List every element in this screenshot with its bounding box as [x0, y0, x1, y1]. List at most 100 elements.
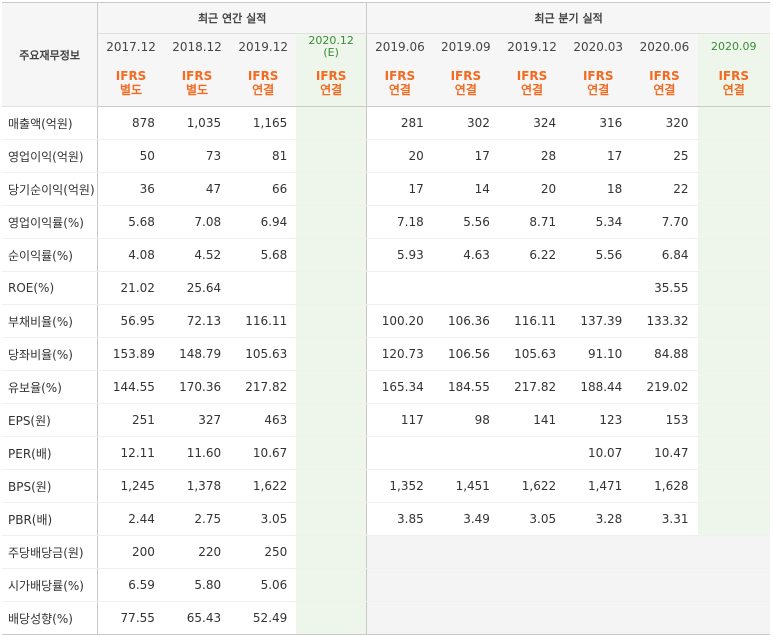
period-header-2019.06-quarter: 2019.06: [366, 33, 433, 60]
ifrs-basis-1: IFRS 별도: [163, 60, 231, 107]
metric-value: [296, 436, 367, 470]
metric-value: 6.22: [498, 238, 566, 272]
financial-summary-table: 주요재무정보 최근 연간 실적 최근 분기 실적 2017.12 2018.12 2…: [2, 2, 770, 635]
metric-value: 20: [498, 172, 566, 206]
metric-label: 배당성향(%): [2, 601, 99, 635]
period-header-2019.12-quarter: 2019.12: [498, 33, 566, 60]
metric-value: [697, 568, 770, 602]
metric-value: 21.02: [97, 271, 164, 305]
ifrs-scope: 연결: [454, 83, 477, 97]
metric-value: 106.56: [432, 337, 499, 371]
metric-value: 1,451: [432, 469, 499, 503]
metric-value: [296, 337, 367, 371]
metric-value: 153: [631, 403, 698, 437]
table-row: 당좌비율(%) 153.89 148.79 105.63 120.73 106.56 105…: [2, 337, 770, 371]
metric-value: 18: [565, 172, 632, 206]
table-row: ROE(%) 21.02 25.64 35.55: [2, 271, 770, 305]
metric-value: 5.56: [565, 238, 632, 272]
metric-label: 순이익률(%): [2, 238, 99, 272]
metric-value: [366, 568, 433, 602]
metric-value: [631, 568, 698, 602]
metric-value: 36: [97, 172, 164, 206]
metric-label: 영업이익(억원): [2, 139, 99, 173]
period-header-2020.12-annual: 2020.12 (E): [296, 33, 367, 60]
metric-value: [296, 601, 367, 635]
metric-value: [432, 601, 499, 635]
metric-label: 시가배당률(%): [2, 568, 99, 602]
period-label: 2020.09: [711, 40, 757, 53]
metric-value: 3.31: [631, 502, 698, 536]
metric-value: 219.02: [631, 370, 698, 404]
metric-value: 251: [97, 403, 164, 437]
metric-value: [565, 535, 632, 569]
metric-value: 20: [366, 139, 433, 173]
metric-value: 3.05: [230, 502, 297, 536]
metric-value: [296, 370, 367, 404]
metric-value: [697, 436, 770, 470]
metric-value: 4.52: [163, 238, 231, 272]
metric-value: 17: [565, 139, 632, 173]
table-row: PER(배) 12.11 11.60 10.67 10.07 10.47: [2, 436, 770, 470]
metric-value: 144.55: [97, 370, 164, 404]
ifrs-standard: IFRS: [384, 69, 416, 83]
metric-value: [432, 271, 499, 305]
ifrs-scope: 별도: [185, 83, 209, 97]
metric-value: 10.47: [631, 436, 698, 470]
metric-value: 1,035: [163, 106, 231, 140]
metric-value: 100.20: [366, 304, 433, 338]
metric-value: 17: [366, 172, 433, 206]
metric-value: 105.63: [498, 337, 566, 371]
metric-value: 11.60: [163, 436, 231, 470]
metric-value: 153.89: [97, 337, 164, 371]
metric-value: 3.49: [432, 502, 499, 536]
metric-value: 200: [97, 535, 164, 569]
period-header-2017.12-annual: 2017.12: [97, 33, 164, 60]
metric-value: 3.28: [565, 502, 632, 536]
metric-value: [296, 403, 367, 437]
metric-value: 878: [97, 106, 164, 140]
metric-label: 부채비율(%): [2, 304, 99, 338]
metric-label: 당좌비율(%): [2, 337, 99, 371]
metric-value: 3.05: [498, 502, 566, 536]
period-header-2018.12-annual: 2018.12: [163, 33, 231, 60]
metric-value: 105.63: [230, 337, 297, 371]
metric-value: [565, 601, 632, 635]
ifrs-standard: IFRS: [315, 69, 347, 83]
metric-value: 1,622: [498, 469, 566, 503]
metric-value: 116.11: [230, 304, 297, 338]
metric-value: 6.59: [97, 568, 164, 602]
metric-value: [296, 205, 367, 239]
ifrs-standard: IFRS: [450, 69, 482, 83]
metric-value: [296, 238, 367, 272]
ifrs-scope: 별도: [120, 83, 143, 97]
ifrs-standard: IFRS: [115, 69, 147, 83]
period-header-row: 2017.12 2018.12 2019.12 2020.12 (E) 2019.06 20…: [2, 33, 770, 60]
metric-value: 7.18: [366, 205, 433, 239]
period-header-2019.09-quarter: 2019.09: [432, 33, 499, 60]
metric-value: 170.36: [163, 370, 231, 404]
metric-value: [296, 304, 367, 338]
metric-value: [366, 271, 433, 305]
table-row: EPS(원) 251 327 463 117 98 141 123 153: [2, 403, 770, 437]
metric-label: ROE(%): [2, 271, 99, 305]
metric-value: 14: [432, 172, 499, 206]
metric-value: 98: [432, 403, 499, 437]
metric-value: [697, 139, 770, 173]
ifrs-scope: 연결: [520, 83, 544, 97]
metric-value: [697, 535, 770, 569]
metric-value: 324: [498, 106, 566, 140]
header-group-row: 주요재무정보 최근 연간 실적 최근 분기 실적: [2, 2, 770, 107]
metric-value: 1,245: [97, 469, 164, 503]
metric-value: [697, 403, 770, 437]
metric-value: [697, 601, 770, 635]
metric-value: 5.68: [97, 205, 164, 239]
metric-value: 327: [163, 403, 231, 437]
metric-value: [432, 535, 499, 569]
metric-value: 5.93: [366, 238, 433, 272]
metric-value: 463: [230, 403, 297, 437]
metric-value: 73: [163, 139, 231, 173]
metric-value: [230, 271, 297, 305]
table-row: PBR(배) 2.44 2.75 3.05 3.85 3.49 3.05 3.28 3.31: [2, 502, 770, 536]
table-row: 시가배당률(%) 6.59 5.80 5.06: [2, 568, 770, 602]
metric-value: [697, 502, 770, 536]
